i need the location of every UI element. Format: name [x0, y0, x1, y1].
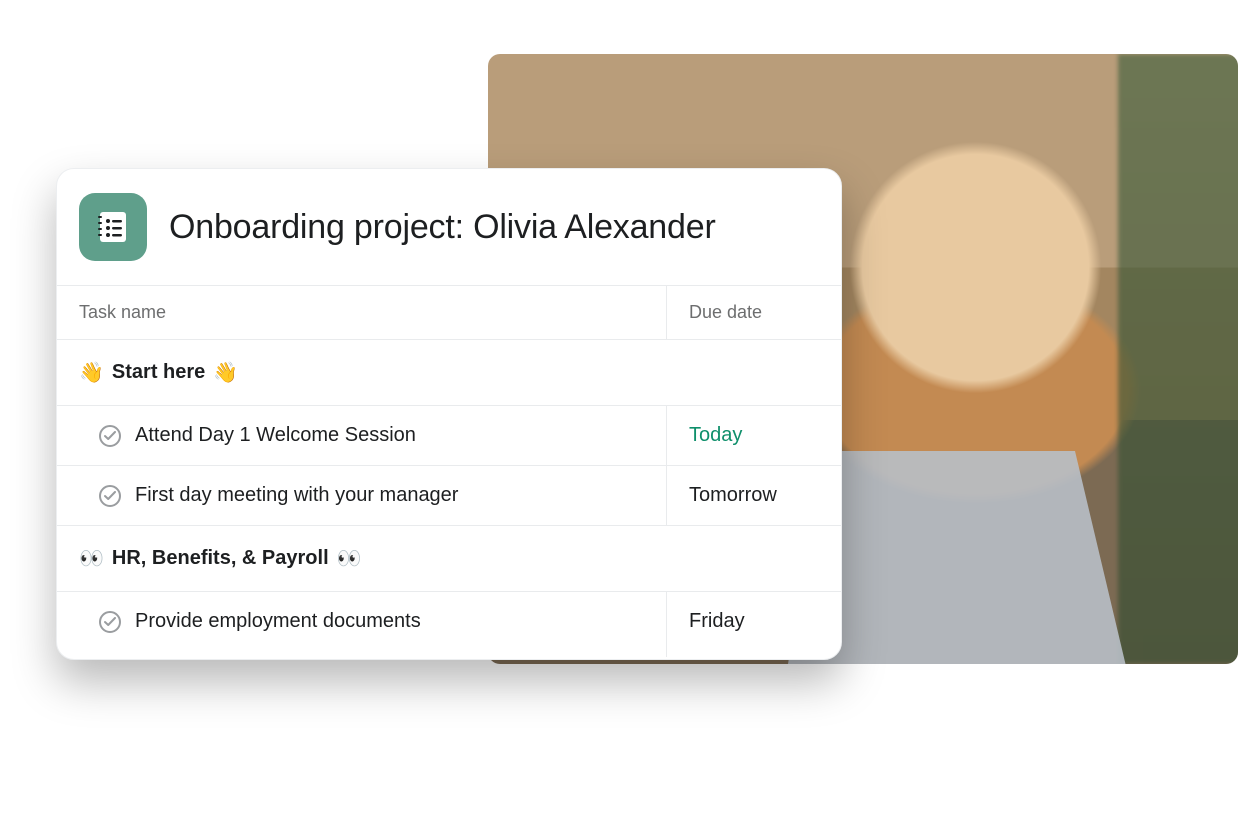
project-header: Onboarding project: Olivia Alexander	[57, 169, 841, 285]
task-row[interactable]: Attend Day 1 Welcome Session Today	[57, 406, 841, 466]
task-due[interactable]: Today	[667, 406, 841, 465]
task-name: Provide employment documents	[135, 610, 421, 633]
notebook-list-icon	[79, 193, 147, 261]
eyes-icon: 👀	[79, 546, 104, 571]
onboarding-project-card: Onboarding project: Olivia Alexander Tas…	[56, 168, 842, 660]
wave-icon: 👋	[79, 360, 104, 385]
section-title: Start here	[112, 361, 205, 384]
eyes-icon: 👀	[337, 546, 362, 571]
task-due[interactable]: Friday	[667, 592, 841, 657]
check-circle-icon[interactable]	[99, 611, 121, 633]
task-row[interactable]: Provide employment documents Friday	[57, 592, 841, 657]
check-circle-icon[interactable]	[99, 425, 121, 447]
wave-icon: 👋	[213, 360, 238, 385]
check-circle-icon[interactable]	[99, 485, 121, 507]
task-due[interactable]: Tomorrow	[667, 466, 841, 525]
project-title: Onboarding project: Olivia Alexander	[169, 208, 716, 247]
section-title: HR, Benefits, & Payroll	[112, 547, 329, 570]
task-name: Attend Day 1 Welcome Session	[135, 424, 416, 447]
column-task-name[interactable]: Task name	[57, 286, 667, 339]
column-due-date[interactable]: Due date	[667, 286, 841, 339]
column-headers: Task name Due date	[57, 285, 841, 340]
task-name: First day meeting with your manager	[135, 484, 458, 507]
section-header-start-here[interactable]: 👋 Start here 👋	[57, 340, 841, 406]
task-row[interactable]: First day meeting with your manager Tomo…	[57, 466, 841, 526]
section-header-hr-benefits-payroll[interactable]: 👀 HR, Benefits, & Payroll 👀	[57, 526, 841, 592]
